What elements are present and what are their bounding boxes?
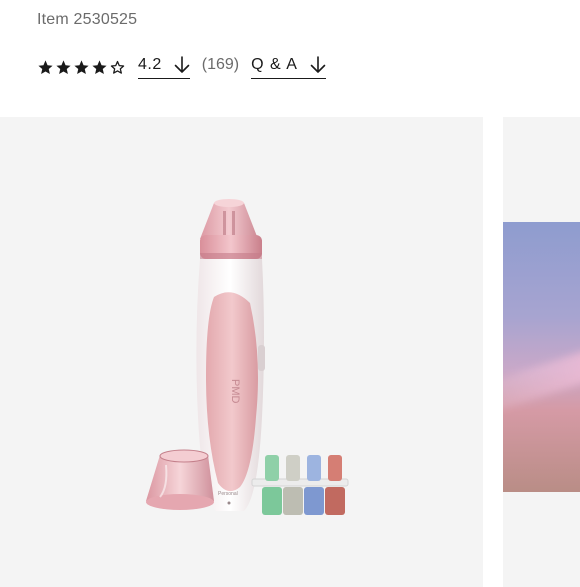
rating-link[interactable]: 4.2 (138, 56, 190, 79)
filter-heads (251, 455, 349, 515)
product-image-next[interactable] (503, 117, 580, 587)
item-number: Item 2530525 (37, 11, 138, 28)
review-count: (169) (201, 55, 240, 73)
rating-value: 4.2 (138, 55, 162, 73)
arrow-down-icon (174, 55, 190, 73)
qa-link[interactable]: Q & A (251, 56, 326, 79)
qa-label: Q & A (251, 55, 298, 73)
next-image-preview (503, 222, 580, 492)
star-filled-icon (74, 59, 89, 74)
rating-row: 4.2 (169) Q & A (37, 52, 326, 82)
svg-text:Personal: Personal (218, 491, 238, 497)
star-outline-icon (110, 60, 125, 74)
product-device-illustration: PMD Personal (146, 199, 349, 515)
product-image-main[interactable]: PMD Personal (0, 117, 483, 587)
arrow-down-icon (310, 55, 326, 73)
device-brand-logo: PMD (229, 379, 241, 404)
star-rating (37, 59, 126, 76)
star-filled-icon (38, 59, 53, 74)
star-filled-icon (56, 59, 71, 74)
star-filled-icon (92, 59, 107, 74)
